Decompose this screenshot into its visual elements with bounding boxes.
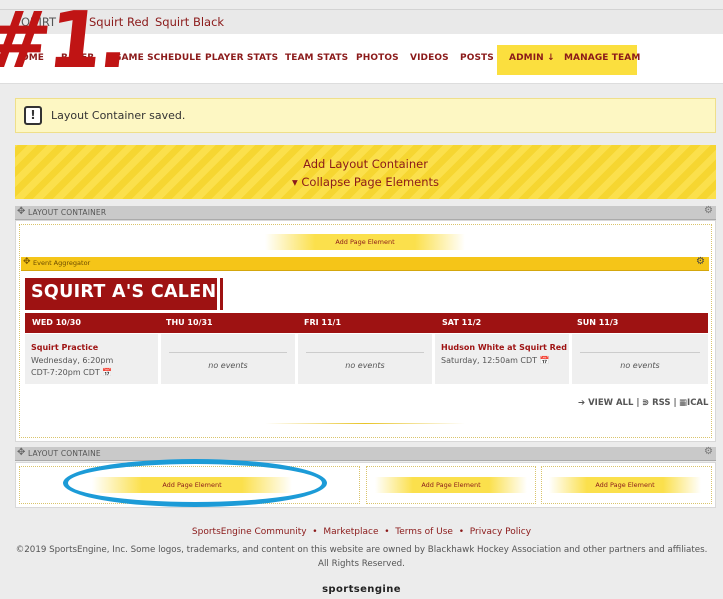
calendar-title-accent — [220, 278, 223, 310]
gear-icon[interactable]: ⚙ — [696, 256, 705, 267]
ical-text: ICAL — [687, 398, 709, 408]
event-link[interactable]: Hudson White at Squirt Red — [441, 343, 567, 352]
no-events-text: no events — [620, 361, 660, 370]
day-label: SAT 11/2 — [442, 318, 482, 327]
add-page-element-button[interactable]: Add Page Element — [549, 477, 701, 493]
sportsengine-logo[interactable]: sportsengine — [0, 584, 723, 595]
nav-game-schedule[interactable]: GAME SCHEDULE — [114, 53, 201, 63]
event-time-line2: CDT-7:20pm CDT — [31, 368, 100, 377]
divider — [169, 352, 287, 353]
event-time-line1: Saturday, 12:50am CDT — [441, 356, 538, 365]
add-page-element-button[interactable]: Add Page Element — [265, 234, 465, 250]
layout-container-header[interactable]: ✥ LAYOUT CONTAINER ⚙ — [15, 205, 716, 220]
notice-text: Layout Container saved. — [51, 109, 186, 122]
rss-text: RSS — [652, 398, 671, 408]
nav-admin[interactable]: ADMIN ↓ — [509, 53, 555, 63]
move-icon[interactable]: ✥ — [17, 206, 25, 217]
day-label: FRI 11/1 — [304, 318, 342, 327]
save-notice: ! Layout Container saved. — [15, 98, 716, 133]
day-cell-sat: Hudson White at Squirt Red Saturday, 12:… — [435, 334, 569, 384]
calendar-title-text: SQUIRT A'S CALENDAR — [31, 282, 259, 302]
event-link[interactable]: Squirt Practice — [31, 343, 98, 352]
footer-link-community[interactable]: SportsEngine Community — [192, 527, 307, 537]
layout-container-label: LAYOUT CONTAINER — [28, 208, 107, 217]
nav-photos[interactable]: PHOTOS — [356, 53, 399, 63]
day-cell-fri: no events — [298, 334, 432, 384]
nav-manage-team[interactable]: MANAGE TEAM — [564, 53, 640, 63]
day-label: SUN 11/3 — [577, 318, 619, 327]
nav-videos[interactable]: VIDEOS — [410, 53, 449, 63]
rss-icon: ⋑ — [642, 398, 650, 408]
move-icon[interactable]: ✥ — [23, 257, 31, 267]
footer-link-marketplace[interactable]: Marketplace — [323, 527, 378, 537]
divider — [580, 352, 700, 353]
layout-container-header[interactable]: ✥ LAYOUT CONTAINE ⚙ — [15, 446, 716, 461]
nav-posts[interactable]: POSTS — [460, 53, 494, 63]
footer-links: SportsEngine Community • Marketplace • T… — [191, 527, 532, 537]
page: QUIRT Squirt Red Squirt Black OME R ER G… — [0, 0, 723, 599]
event-aggregator-label: Event Aggregator — [33, 259, 91, 267]
tab-squirt-black[interactable]: Squirt Black — [155, 15, 224, 29]
footer-link-terms[interactable]: Terms of Use — [395, 527, 453, 537]
gear-icon[interactable]: ⚙ — [704, 205, 713, 216]
add-layout-container-bar: Add Layout Container ▾ Collapse Page Ele… — [15, 145, 716, 199]
collapse-page-elements-button[interactable]: ▾ Collapse Page Elements — [15, 175, 716, 189]
day-cell-thu: no events — [161, 334, 295, 384]
divider — [265, 423, 465, 424]
day-label: THU 10/31 — [166, 318, 213, 327]
divider — [306, 352, 424, 353]
rss-link[interactable]: ⋑ RSS | — [642, 398, 677, 408]
no-events-text: no events — [345, 361, 385, 370]
move-icon[interactable]: ✥ — [17, 447, 25, 458]
event-time: Wednesday, 6:20pm CDT-7:20pm CDT 📅 — [31, 355, 113, 379]
calendar-export-icon[interactable]: 📅 — [102, 368, 112, 377]
calendar-cells: Squirt Practice Wednesday, 6:20pm CDT-7:… — [25, 334, 708, 384]
admin-bar: ADMIN ↓ MANAGE TEAM — [497, 45, 640, 75]
calendar-icon: ▦ — [679, 398, 688, 408]
view-all-text: VIEW ALL — [588, 398, 634, 408]
day-cell-sun: no events — [572, 334, 708, 384]
calendar-title: SQUIRT A'S CALENDAR — [25, 278, 259, 310]
layout-container-label: LAYOUT CONTAINE — [28, 449, 101, 458]
gear-icon[interactable]: ⚙ — [704, 446, 713, 457]
alert-icon: ! — [24, 106, 42, 125]
day-cell-wed: Squirt Practice Wednesday, 6:20pm CDT-7:… — [25, 334, 158, 384]
event-aggregator-header[interactable]: ✥ Event Aggregator ⚙ — [21, 256, 709, 271]
step-number-overlay: #1. — [0, 0, 131, 86]
highlight-ring — [63, 459, 327, 507]
event-time: Saturday, 12:50am CDT 📅 — [441, 355, 550, 367]
nav-team-stats[interactable]: TEAM STATS — [285, 53, 348, 63]
event-time-line1: Wednesday, 6:20pm — [31, 356, 114, 365]
view-all-link[interactable]: ➔ VIEW ALL | — [578, 398, 639, 408]
footer-link-privacy[interactable]: Privacy Policy — [470, 527, 531, 537]
nav-player-stats[interactable]: PLAYER STATS — [205, 53, 278, 63]
no-events-text: no events — [208, 361, 248, 370]
copyright-text: ©2019 SportsEngine, Inc. Some logos, tra… — [15, 545, 708, 569]
calendar-day-header: WED 10/30 THU 10/31 FRI 11/1 SAT 11/2 SU… — [25, 313, 708, 333]
add-layout-container-button[interactable]: Add Layout Container — [15, 157, 716, 171]
ical-link[interactable]: ▦ICAL — [679, 398, 708, 408]
day-label: WED 10/30 — [32, 318, 81, 327]
add-page-element-button[interactable]: Add Page Element — [375, 477, 527, 493]
calendar-export-icon[interactable]: 📅 — [540, 356, 550, 365]
